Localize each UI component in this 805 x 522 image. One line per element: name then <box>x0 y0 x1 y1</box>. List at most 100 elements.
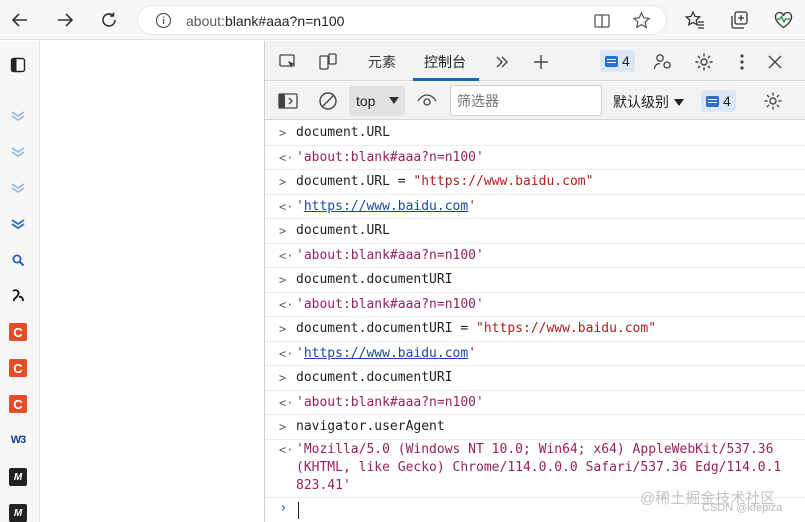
info-icon[interactable] <box>155 12 172 29</box>
sidebar-app-script[interactable] <box>9 286 27 304</box>
layers-app-icon <box>11 219 25 230</box>
sidebar-app-4[interactable] <box>9 215 27 233</box>
address-path: blank#aaa?n=n100 <box>224 13 345 29</box>
return-arrow-icon: <· <box>279 297 294 312</box>
add-tab-button[interactable] <box>530 51 552 73</box>
edge-sidebar: C C C W3 M M <box>0 41 40 522</box>
tab-console[interactable]: 控制台 <box>424 52 466 72</box>
console-output-link[interactable]: https://www.baidu.com <box>304 346 468 361</box>
sidebar-toggle-button[interactable] <box>9 56 27 74</box>
collections-button[interactable] <box>728 9 750 31</box>
address-text[interactable]: about:blank#aaa?n=n100 <box>186 13 344 29</box>
tab-elements[interactable]: 元素 <box>368 52 396 72</box>
return-arrow-icon: <· <box>279 150 294 165</box>
quote-mark: ' <box>468 345 477 361</box>
console-output[interactable]: > document.URL <·'about:blank#aaa?n=n100'… <box>265 121 805 522</box>
log-level-selector[interactable]: 默认级别 <box>613 92 684 112</box>
close-icon <box>768 55 782 69</box>
console-input-code: document.URL = <box>296 174 414 189</box>
issues-badge[interactable]: 4 <box>600 50 635 72</box>
console-settings-button[interactable] <box>762 90 784 112</box>
device-emulation-button[interactable] <box>317 51 339 73</box>
console-input-line: > document.documentURI = "https://www.bai… <box>265 317 805 342</box>
console-output-text: 'about:blank#aaa?n=n100' <box>296 394 484 410</box>
devtools-tabbar: 元素 控制台 4 <box>265 41 805 81</box>
messages-badge[interactable]: 4 <box>701 90 736 112</box>
console-input-text: document.documentURI <box>296 370 453 385</box>
console-output-text: 'about:blank#aaa?n=n100' <box>296 149 484 165</box>
refresh-icon <box>102 12 116 27</box>
sidebar-app-w3[interactable]: W3 <box>9 431 27 449</box>
messages-count: 4 <box>723 93 731 109</box>
console-input-line: > document.documentURI <box>265 268 805 293</box>
people-settings-icon <box>653 54 671 70</box>
sidebar-search-app[interactable] <box>9 251 27 269</box>
console-output-line: <·'about:blank#aaa?n=n100' <box>265 146 805 170</box>
m-logo-icon: M <box>13 507 23 519</box>
chevron-right-icon: > <box>279 126 287 140</box>
layers-app-icon <box>11 183 25 193</box>
more-tabs-button[interactable] <box>491 51 513 73</box>
console-output-link[interactable]: https://www.baidu.com <box>304 199 468 214</box>
gear-icon <box>764 92 782 110</box>
sidebar-app-m-1[interactable]: M <box>9 468 27 486</box>
console-output-line: <·'about:blank#aaa?n=n100' <box>265 391 805 415</box>
eye-icon <box>417 94 437 106</box>
script-glyph-icon <box>12 289 24 302</box>
sidebar-app-1[interactable] <box>9 107 27 125</box>
favorite-star-icon[interactable] <box>632 11 651 30</box>
chevron-right-icon: > <box>279 224 287 238</box>
sidebar-app-c-3[interactable]: C <box>9 395 27 413</box>
layers-app-icon <box>11 147 25 157</box>
issues-count: 4 <box>622 53 630 69</box>
return-arrow-icon: <· <box>279 199 294 214</box>
reading-view-icon[interactable] <box>593 12 611 30</box>
console-output-line: <·'https://www.baidu.com' <box>265 342 805 366</box>
console-output-text: 'about:blank#aaa?n=n100' <box>296 296 484 312</box>
live-expression-button[interactable] <box>416 91 438 111</box>
close-devtools-button[interactable] <box>764 51 786 73</box>
more-options-button[interactable] <box>731 51 753 73</box>
sidebar-app-3[interactable] <box>9 179 27 197</box>
address-bar[interactable]: about:blank#aaa?n=n100 <box>137 5 667 35</box>
browser-toolbar: about:blank#aaa?n=n100 <box>0 0 805 40</box>
console-input-text: document.documentURI <box>296 272 453 287</box>
refresh-button[interactable] <box>95 6 123 34</box>
sidebar-app-m-2[interactable]: M <box>9 504 27 522</box>
console-output-text: 'about:blank#aaa?n=n100' <box>296 247 484 263</box>
watermark-csdn: CSDN @kfepiza <box>702 502 783 514</box>
toggle-sidebar-button[interactable] <box>277 91 299 111</box>
console-input-line: > document.URL <box>265 219 805 244</box>
no-entry-icon <box>319 92 337 110</box>
forward-button[interactable] <box>51 6 79 34</box>
console-input-code: document.documentURI = <box>296 321 477 336</box>
message-icon <box>706 95 719 107</box>
chevron-right-icon: › <box>279 499 288 516</box>
inspect-element-button[interactable] <box>277 51 299 73</box>
context-selector[interactable]: top <box>349 86 405 116</box>
favorites-button[interactable] <box>684 9 706 31</box>
back-button[interactable] <box>6 6 34 34</box>
console-output-line: <·'about:blank#aaa?n=n100' <box>265 244 805 268</box>
gear-icon <box>695 53 713 71</box>
console-input-string: "https://www.baidu.com" <box>476 321 657 336</box>
console-input-text: navigator.userAgent <box>296 419 445 434</box>
console-toolbar: top 默认级别 4 <box>265 82 805 120</box>
inspect-icon <box>279 54 295 68</box>
sidebar-app-2[interactable] <box>9 143 27 161</box>
return-arrow-icon: <· <box>279 395 294 410</box>
sidebar-app-c-1[interactable]: C <box>9 323 27 341</box>
clear-console-button[interactable] <box>317 90 339 112</box>
c-logo-icon: C <box>13 324 23 340</box>
chevron-right-icon: > <box>279 420 287 434</box>
devtools-panel: 元素 控制台 4 top 筛选器 默认级别 4 > document.URL <… <box>264 41 805 522</box>
sidebar-app-c-2[interactable]: C <box>9 359 27 377</box>
customize-button[interactable] <box>652 51 674 73</box>
browser-essentials-button[interactable] <box>772 9 794 31</box>
layers-app-icon <box>11 111 25 121</box>
quote-mark: ' <box>296 198 304 214</box>
console-input-text: document.URL <box>296 125 390 140</box>
filter-input[interactable] <box>450 85 602 116</box>
console-input-line: > document.URL = "https://www.baidu.com" <box>265 170 805 195</box>
settings-button[interactable] <box>693 51 715 73</box>
